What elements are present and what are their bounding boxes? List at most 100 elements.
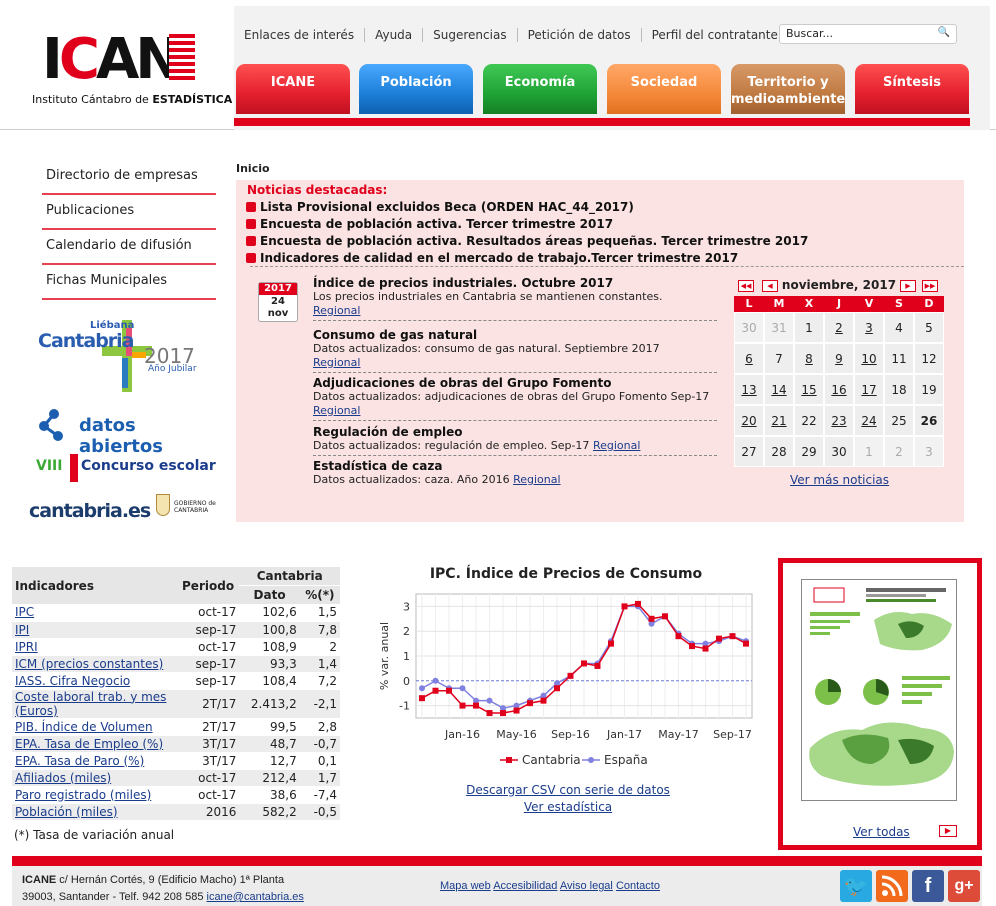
facebook-icon[interactable]: f bbox=[912, 870, 944, 902]
cell-period: oct-17 bbox=[179, 604, 240, 622]
news-item: Índice de precios industriales. Octubre … bbox=[313, 276, 717, 321]
calendar-day[interactable]: 3 bbox=[854, 312, 884, 343]
top-link-sugerencias[interactable]: Sugerencias bbox=[423, 28, 518, 42]
calendar-day: 31 bbox=[764, 312, 794, 343]
calendar-day[interactable]: 10 bbox=[854, 343, 884, 374]
next-year-icon[interactable]: ▶▶ bbox=[922, 280, 938, 292]
calendar-day[interactable]: 17 bbox=[854, 374, 884, 405]
nav-calendario[interactable]: Calendario de difusión bbox=[42, 230, 216, 265]
promo-datos-label: datos abiertos bbox=[79, 415, 163, 457]
indicator-link[interactable]: IPRI bbox=[15, 640, 38, 654]
destacada-item[interactable]: Encuesta de población activa. Tercer tri… bbox=[245, 217, 613, 231]
indicator-link[interactable]: ICM (precios constantes) bbox=[15, 657, 163, 671]
destacada-item[interactable]: Indicadores de calidad en el mercado de … bbox=[245, 251, 738, 265]
cell-dato: 108,9 bbox=[239, 638, 300, 656]
calendar-day: 27 bbox=[734, 436, 764, 467]
top-link-peticion[interactable]: Petición de datos bbox=[518, 28, 642, 42]
calendar-day[interactable]: 21 bbox=[764, 405, 794, 436]
news-link-regional[interactable]: Regional bbox=[313, 304, 360, 317]
calendar-day[interactable]: 8 bbox=[794, 343, 824, 374]
news-title[interactable]: Índice de precios industriales. Octubre … bbox=[313, 276, 717, 290]
news-title[interactable]: Consumo de gas natural bbox=[313, 328, 717, 342]
destacada-item[interactable]: Lista Provisional excluidos Beca (ORDEN … bbox=[246, 200, 634, 214]
icane-logo[interactable]: ICAN Instituto Cántabro de ESTADÍSTICA bbox=[14, 30, 232, 110]
tab-territorio[interactable]: Territorio y medioambiente bbox=[731, 64, 845, 114]
top-link-enlaces[interactable]: Enlaces de interés bbox=[244, 28, 366, 42]
news-link-regional[interactable]: Regional bbox=[313, 404, 360, 417]
footer-email-link[interactable]: icane@cantabria.es bbox=[207, 891, 304, 903]
tab-label: Síntesis bbox=[882, 75, 942, 90]
promo-cantabria-es[interactable]: cantabria.es GOBIERNO de CANTABRIA bbox=[28, 494, 218, 526]
ver-todas-link[interactable]: Ver todas bbox=[853, 825, 910, 839]
footer-link-contacto[interactable]: Contacto bbox=[616, 880, 660, 892]
promo-ano-jubilar[interactable]: Liébana Cantabria 2017 Año Jubilar bbox=[28, 318, 218, 394]
destacada-item[interactable]: Encuesta de población activa. Resultados… bbox=[245, 234, 808, 248]
tab-label: Población bbox=[380, 75, 452, 90]
breadcrumb[interactable]: Inicio bbox=[236, 162, 270, 175]
indicator-link[interactable]: EPA. Tasa de Paro (%) bbox=[15, 754, 144, 768]
indicator-link[interactable]: Afiliados (miles) bbox=[15, 771, 111, 785]
news-desc: Los precios industriales en Cantabria se… bbox=[313, 290, 663, 303]
download-csv-link[interactable]: Descargar CSV con serie de datos bbox=[466, 783, 670, 797]
promo-datos-abiertos[interactable]: datos abiertos bbox=[28, 408, 218, 457]
search-input[interactable]: Buscar... 🔍 bbox=[779, 24, 957, 44]
calendar-day[interactable]: 15 bbox=[794, 374, 824, 405]
footer-link-mapa[interactable]: Mapa web bbox=[440, 880, 491, 892]
indicator-link[interactable]: IPI bbox=[15, 623, 29, 637]
footer-org: ICANE bbox=[22, 874, 57, 886]
calendar-day[interactable]: 20 bbox=[734, 405, 764, 436]
tab-poblacion[interactable]: Población bbox=[359, 64, 473, 114]
play-icon[interactable]: ▶ bbox=[939, 825, 957, 837]
cell-period: 2T/17 bbox=[179, 689, 240, 719]
promo-concurso[interactable]: VIII Concurso escolar bbox=[28, 454, 218, 482]
calendar-day[interactable]: 23 bbox=[824, 405, 854, 436]
twitter-icon[interactable]: 🐦 bbox=[840, 870, 872, 902]
indicator-link[interactable]: Paro registrado (miles) bbox=[15, 788, 151, 802]
calendar-day[interactable]: 6 bbox=[734, 343, 764, 374]
indicator-link[interactable]: IPC bbox=[15, 605, 34, 619]
footer-link-accesibilidad[interactable]: Accesibilidad bbox=[493, 880, 557, 892]
news-title[interactable]: Adjudicaciones de obras del Grupo Foment… bbox=[313, 376, 717, 390]
next-month-icon[interactable]: ▶ bbox=[900, 280, 916, 292]
news-desc: Datos actualizados: caza. Año 2016 bbox=[313, 473, 510, 486]
top-link-ayuda[interactable]: Ayuda bbox=[365, 28, 424, 42]
news-link-regional[interactable]: Regional bbox=[513, 473, 560, 486]
calendar-day[interactable]: 16 bbox=[824, 374, 854, 405]
table-row: Afiliados (miles) oct-17 212,4 1,7 bbox=[12, 769, 340, 787]
tab-icane[interactable]: ICANE bbox=[236, 64, 350, 114]
calendar-day[interactable]: 24 bbox=[854, 405, 884, 436]
nav-publicaciones[interactable]: Publicaciones bbox=[42, 195, 216, 230]
news-title[interactable]: Regulación de empleo bbox=[313, 425, 717, 439]
google-plus-icon[interactable]: g+ bbox=[948, 870, 980, 902]
rss-icon[interactable] bbox=[876, 870, 908, 902]
nav-directorio[interactable]: Directorio de empresas bbox=[42, 160, 216, 195]
calendar-day[interactable]: 2 bbox=[824, 312, 854, 343]
indicator-link[interactable]: IASS. Cifra Negocio bbox=[15, 674, 130, 688]
news-title[interactable]: Estadística de caza bbox=[313, 459, 717, 473]
news-link-regional[interactable]: Regional bbox=[593, 439, 640, 452]
indicator-link[interactable]: Coste laboral trab. y mes (Euros) bbox=[15, 690, 166, 718]
search-icon[interactable]: 🔍 bbox=[938, 27, 950, 38]
indicator-link[interactable]: PIB. Índice de Volumen bbox=[15, 720, 153, 734]
tab-economia[interactable]: Economía bbox=[483, 64, 597, 114]
promo-cantabria-es-label: cantabria.es bbox=[29, 500, 151, 522]
footer-link-aviso[interactable]: Aviso legal bbox=[560, 880, 613, 892]
calendar-day[interactable]: 9 bbox=[824, 343, 854, 374]
top-link-perfil[interactable]: Perfil del contratante bbox=[642, 28, 788, 42]
tab-sintesis[interactable]: Síntesis bbox=[855, 64, 969, 114]
calendar-day[interactable]: 14 bbox=[764, 374, 794, 405]
left-nav: Directorio de empresas Publicaciones Cal… bbox=[42, 160, 216, 300]
indicator-link[interactable]: Población (miles) bbox=[15, 805, 118, 819]
rss-glyph bbox=[881, 875, 903, 897]
ver-estadistica-link[interactable]: Ver estadística bbox=[524, 800, 612, 814]
news-link-regional[interactable]: Regional bbox=[313, 356, 360, 369]
indicator-link[interactable]: EPA. Tasa de Empleo (%) bbox=[15, 737, 163, 751]
calendar-day: 30 bbox=[824, 436, 854, 467]
prev-year-icon[interactable]: ◀◀ bbox=[738, 280, 754, 292]
nav-fichas[interactable]: Fichas Municipales bbox=[42, 265, 216, 300]
more-news-link[interactable]: Ver más noticias bbox=[790, 473, 889, 487]
prev-month-icon[interactable]: ◀ bbox=[762, 280, 778, 292]
tab-sociedad[interactable]: Sociedad bbox=[607, 64, 721, 114]
calendar-day[interactable]: 13 bbox=[734, 374, 764, 405]
infographic-thumbnail[interactable] bbox=[801, 579, 957, 801]
